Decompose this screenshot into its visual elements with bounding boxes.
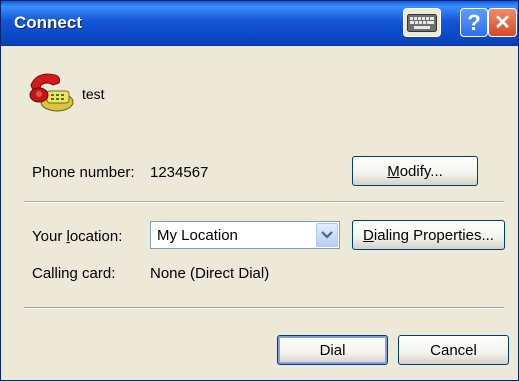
close-icon: ✕ — [494, 12, 511, 34]
close-button[interactable]: ✕ — [488, 8, 517, 37]
title-bar[interactable]: Connect ? ✕ — [1, 1, 518, 46]
dialing-properties-button[interactable]: Dialing Properties... — [352, 220, 505, 250]
modify-button[interactable]: Modify... — [352, 156, 478, 186]
calling-card-label: Calling card: — [32, 265, 116, 282]
dial-button[interactable]: Dial — [277, 335, 388, 365]
phone-number-value: 1234567 — [150, 164, 209, 181]
modify-button-label: Modify... — [387, 162, 443, 180]
phone-icon — [29, 73, 74, 112]
phone-number-label: Phone number: — [32, 164, 135, 181]
connect-dialog: Connect ? ✕ test Phone number: 1234567 M… — [0, 0, 519, 381]
location-select-value: My Location — [157, 227, 238, 244]
location-label: Your location: — [32, 228, 123, 245]
cancel-button-label: Cancel — [430, 341, 477, 359]
cancel-button[interactable]: Cancel — [398, 335, 509, 365]
dial-button-label: Dial — [319, 341, 346, 359]
help-icon: ? — [467, 9, 481, 35]
chevron-down-icon[interactable] — [316, 223, 338, 247]
dialing-properties-label: Dialing Properties... — [363, 226, 494, 244]
separator — [24, 307, 504, 309]
separator — [24, 201, 504, 203]
help-button[interactable]: ? — [460, 8, 488, 37]
calling-card-value: None (Direct Dial) — [150, 265, 270, 282]
keyboard-icon — [407, 13, 437, 32]
connection-name: test — [82, 86, 105, 102]
keyboard-button[interactable] — [403, 8, 441, 37]
window-title: Connect — [14, 13, 82, 32]
location-select[interactable]: My Location — [150, 221, 340, 249]
